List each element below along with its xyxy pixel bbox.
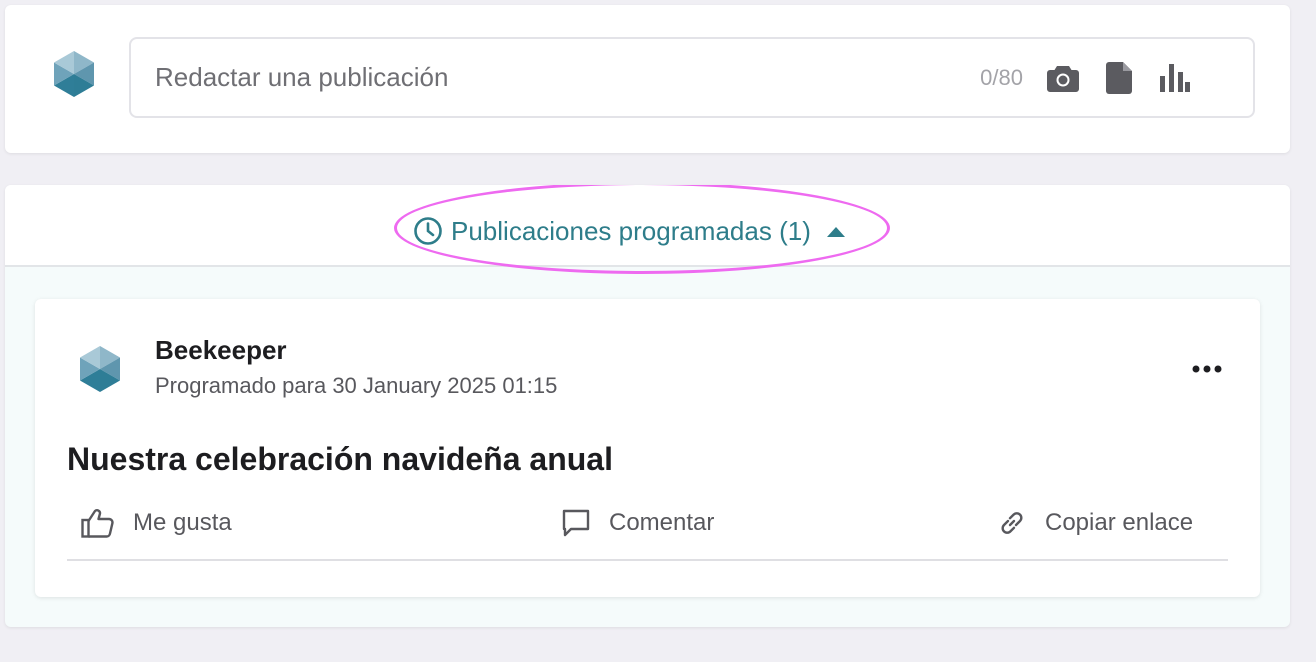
scheduled-post-card: Beekeeper Programado para 30 January 202… <box>35 299 1260 597</box>
more-options-icon[interactable] <box>1185 351 1229 387</box>
comment-button[interactable]: Comentar <box>561 505 714 541</box>
camera-icon[interactable] <box>1045 60 1081 96</box>
copy-link-label: Copiar enlace <box>1045 509 1194 536</box>
document-icon[interactable] <box>1101 60 1137 96</box>
clock-icon <box>414 217 442 245</box>
scheduled-posts-toggle[interactable]: Publicaciones programadas (1) <box>413 213 845 249</box>
post-actions: Me gusta Comentar Copiar enlace <box>67 503 1228 561</box>
scheduled-posts-label: Publicaciones programadas (1) <box>451 215 811 246</box>
character-counter: 0/80 <box>980 64 1023 90</box>
like-button[interactable]: Me gusta <box>81 505 232 541</box>
comment-label: Comentar <box>609 509 715 536</box>
author-avatar-icon <box>80 346 120 392</box>
compose-placeholder: Redactar una publicación <box>155 62 449 92</box>
like-label: Me gusta <box>133 509 232 536</box>
link-icon <box>1001 512 1023 534</box>
post-title: Nuestra celebración navideña anual <box>67 441 613 477</box>
scheduled-posts-header: Publicaciones programadas (1) <box>5 185 1290 274</box>
compose-post-input[interactable]: Redactar una publicación 0/80 <box>129 37 1255 118</box>
beekeeper-logo-icon <box>54 51 94 97</box>
comment-icon <box>562 509 590 537</box>
post-author[interactable]: Beekeeper <box>155 335 287 366</box>
post-schedule-time: Programado para 30 January 2025 01:15 <box>155 373 558 398</box>
scheduled-posts-panel: Publicaciones programadas (1) Beekeeper … <box>5 185 1290 627</box>
post-composer: Redactar una publicación 0/80 <box>5 5 1290 153</box>
thumbs-up-icon <box>81 509 114 538</box>
copy-link-button[interactable]: Copiar enlace <box>997 505 1193 541</box>
bar-chart-icon[interactable] <box>1157 60 1193 96</box>
caret-up-icon <box>826 226 845 237</box>
